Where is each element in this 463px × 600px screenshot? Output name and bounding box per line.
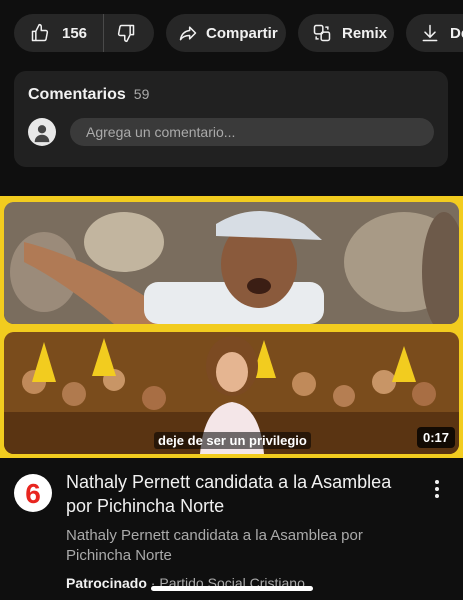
crowd-man-illustration xyxy=(4,202,459,324)
remix-label: Remix xyxy=(342,24,388,42)
download-icon xyxy=(420,23,440,43)
ad-info-row: 6 Nathaly Pernett candidata a la Asamble… xyxy=(0,470,463,591)
share-label: Compartir xyxy=(206,24,278,42)
comments-title: Comentarios xyxy=(28,86,126,103)
like-button[interactable]: 156 xyxy=(30,14,105,52)
comment-entry-row: Agrega un comentario... xyxy=(28,118,434,146)
dislike-button[interactable] xyxy=(104,14,148,52)
download-button[interactable]: Des xyxy=(406,14,463,52)
person-icon xyxy=(34,125,50,143)
more-options-button[interactable] xyxy=(425,470,449,591)
comment-input[interactable]: Agrega un comentario... xyxy=(70,118,434,146)
party-logo-icon: 6 xyxy=(25,478,41,508)
more-vert-icon xyxy=(435,480,439,484)
thumbs-down-icon xyxy=(116,23,136,43)
user-avatar xyxy=(28,118,56,146)
action-bar: 156 Compartir Remix Des xyxy=(14,14,463,52)
comments-count: 59 xyxy=(133,86,150,102)
svg-text:6: 6 xyxy=(25,478,41,508)
remix-icon xyxy=(312,23,332,43)
thumbs-up-icon xyxy=(30,23,50,43)
comments-header: Comentarios 59 xyxy=(28,86,434,104)
ad-title[interactable]: Nathaly Pernett candidata a la Asamblea … xyxy=(66,470,411,518)
share-button[interactable]: Compartir xyxy=(166,14,286,52)
home-indicator[interactable] xyxy=(151,586,313,591)
ad-text-block[interactable]: Nathaly Pernett candidata a la Asamblea … xyxy=(66,470,411,591)
share-arrow-icon xyxy=(178,23,198,43)
remix-button[interactable]: Remix xyxy=(298,14,394,52)
thumbnail-top-panel xyxy=(4,202,459,324)
sponsored-badge: Patrocinado xyxy=(66,575,147,591)
channel-avatar[interactable]: 6 xyxy=(14,474,52,512)
video-caption: deje de ser un privilegio xyxy=(154,432,311,449)
like-dislike-group: 156 xyxy=(14,14,154,52)
like-count: 156 xyxy=(62,24,88,42)
comments-section[interactable]: Comentarios 59 Agrega un comentario... xyxy=(14,71,448,167)
ad-description: Nathaly Pernett candidata a la Asamblea … xyxy=(66,527,363,564)
ad-video-thumbnail[interactable]: deje de ser un privilegio 0:17 xyxy=(0,196,463,458)
download-label: Des xyxy=(450,24,463,42)
video-duration: 0:17 xyxy=(416,427,455,448)
